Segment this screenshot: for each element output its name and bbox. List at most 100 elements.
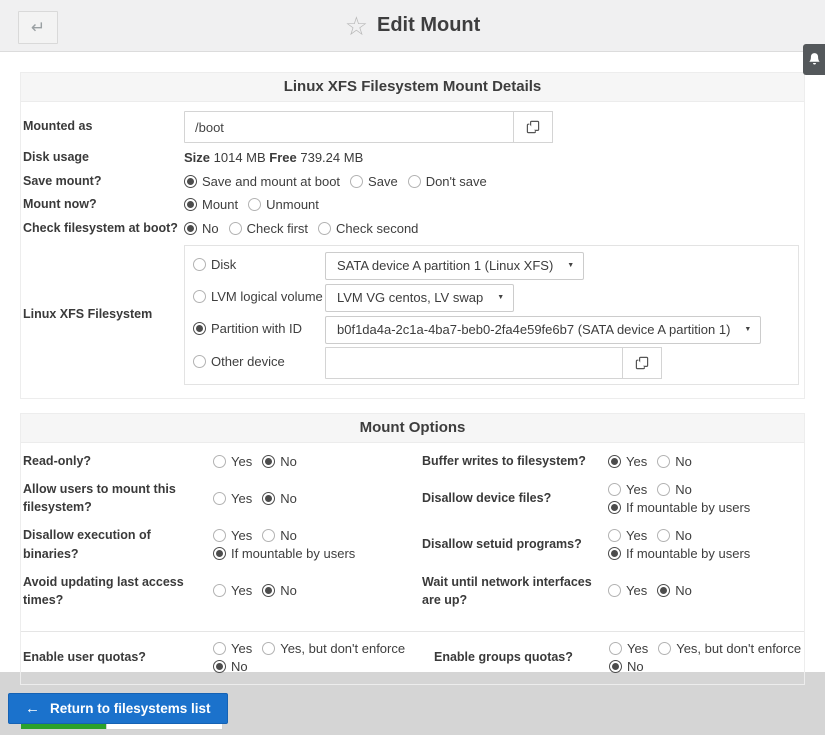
radio-unselected-icon[interactable] — [609, 642, 622, 655]
radio-selected-icon[interactable] — [184, 222, 197, 235]
radio-unselected-icon[interactable] — [213, 492, 226, 505]
copy-icon — [526, 120, 540, 134]
radio-unselected-icon[interactable] — [318, 222, 331, 235]
radio-option-no[interactable]: No — [262, 583, 297, 598]
radio-option-yes[interactable]: Yes — [213, 528, 252, 543]
radio-option-no[interactable]: No — [184, 221, 219, 236]
radio-selected-icon[interactable] — [213, 660, 226, 673]
lvm-logical-volume-select[interactable]: LVM VG centos, LV swap▼ — [325, 284, 514, 312]
radio-option-other-device[interactable]: Other device — [193, 354, 285, 369]
radio-option-no[interactable]: No — [657, 583, 692, 598]
radio-option-lvm-logical-volume[interactable]: LVM logical volume — [193, 289, 323, 304]
radio-option-check-second[interactable]: Check second — [318, 221, 418, 236]
size-label: Size — [184, 150, 210, 165]
page-title-wrap: ☆ Edit Mount — [345, 13, 481, 39]
radio-option-no[interactable]: No — [657, 528, 692, 543]
check-filesystem-label: Check filesystem at boot? — [23, 220, 184, 238]
radio-unselected-icon[interactable] — [657, 529, 670, 542]
radio-unselected-icon[interactable] — [193, 355, 206, 368]
radio-option-label: Save and mount at boot — [202, 174, 340, 189]
copy-icon — [635, 356, 649, 370]
radio-selected-icon[interactable] — [184, 175, 197, 188]
radio-selected-icon[interactable] — [608, 455, 621, 468]
radio-option-don-t-save[interactable]: Don't save — [408, 174, 487, 189]
back-button[interactable]: ↵ — [18, 11, 58, 44]
radio-option-yes[interactable]: Yes — [608, 528, 647, 543]
radio-selected-icon[interactable] — [213, 547, 226, 560]
radio-option-yes[interactable]: Yes — [213, 583, 252, 598]
radio-option-yes[interactable]: Yes — [213, 641, 252, 656]
copy-path-button[interactable] — [513, 111, 553, 143]
radio-unselected-icon[interactable] — [262, 529, 275, 542]
radio-selected-icon[interactable] — [262, 492, 275, 505]
radio-option-yes[interactable]: Yes — [608, 583, 647, 598]
radio-unselected-icon[interactable] — [248, 198, 261, 211]
mounted-as-group — [184, 111, 802, 143]
radio-option-no[interactable]: No — [657, 482, 692, 497]
option-radios-avoid-updating-last-access-times: Yes No — [213, 583, 419, 598]
radio-option-label: Other device — [211, 354, 285, 369]
mounted-as-input[interactable] — [184, 111, 514, 143]
favorite-star-icon[interactable]: ☆ — [345, 13, 368, 39]
radio-option-mount[interactable]: Mount — [184, 197, 238, 212]
radio-selected-icon[interactable] — [184, 198, 197, 211]
radio-unselected-icon[interactable] — [608, 483, 621, 496]
radio-option-yes[interactable]: Yes — [213, 454, 252, 469]
radio-unselected-icon[interactable] — [408, 175, 421, 188]
radio-option-yes[interactable]: Yes — [608, 482, 647, 497]
filesystem-source-row: Linux XFS Filesystem DiskSATA device A p… — [23, 240, 802, 390]
copy-device-button[interactable] — [622, 347, 662, 379]
radio-option-no[interactable]: No — [262, 528, 297, 543]
radio-option-yes[interactable]: Yes — [609, 641, 648, 656]
radio-option-save-and-mount-at-boot[interactable]: Save and mount at boot — [184, 174, 340, 189]
radio-unselected-icon[interactable] — [658, 642, 671, 655]
disk-select[interactable]: SATA device A partition 1 (Linux XFS)▼ — [325, 252, 584, 280]
notifications-tab[interactable] — [803, 44, 825, 75]
radio-selected-icon[interactable] — [657, 584, 670, 597]
radio-option-unmount[interactable]: Unmount — [248, 197, 319, 212]
radio-unselected-icon[interactable] — [193, 258, 206, 271]
free-label: Free — [269, 150, 296, 165]
radio-option-no[interactable]: No — [657, 454, 692, 469]
radio-unselected-icon[interactable] — [608, 584, 621, 597]
radio-unselected-icon[interactable] — [350, 175, 363, 188]
radio-option-save[interactable]: Save — [350, 174, 398, 189]
radio-option-label: Yes, but don't enforce — [280, 641, 405, 656]
radio-option-yes-but-don-t-enforce[interactable]: Yes, but don't enforce — [658, 641, 801, 656]
partition-with-id-select[interactable]: b0f1da4a-2c1a-4ba7-beb0-2fa4e59fe6b7 (SA… — [325, 316, 761, 344]
radio-option-no[interactable]: No — [262, 491, 297, 506]
return-to-filesystems-button[interactable]: ← Return to filesystems list — [8, 693, 228, 724]
radio-option-no[interactable]: No — [213, 659, 248, 674]
option-label-wait-until-network-interfaces-are-up: Wait until network interfaces are up? — [422, 573, 605, 609]
radio-unselected-icon[interactable] — [213, 642, 226, 655]
radio-selected-icon[interactable] — [609, 660, 622, 673]
other-device-input[interactable] — [325, 347, 623, 379]
radio-option-if-mountable-by-users[interactable]: If mountable by users — [213, 546, 355, 561]
radio-option-check-first[interactable]: Check first — [229, 221, 308, 236]
radio-option-if-mountable-by-users[interactable]: If mountable by users — [608, 500, 750, 515]
mount-now-radios: Mount Unmount — [184, 197, 802, 212]
radio-option-if-mountable-by-users[interactable]: If mountable by users — [608, 546, 750, 561]
radio-selected-icon[interactable] — [608, 501, 621, 514]
radio-selected-icon[interactable] — [193, 322, 206, 335]
radio-selected-icon[interactable] — [262, 584, 275, 597]
radio-unselected-icon[interactable] — [193, 290, 206, 303]
radio-selected-icon[interactable] — [262, 455, 275, 468]
radio-option-yes[interactable]: Yes — [213, 491, 252, 506]
radio-unselected-icon[interactable] — [213, 529, 226, 542]
radio-unselected-icon[interactable] — [657, 483, 670, 496]
radio-unselected-icon[interactable] — [608, 529, 621, 542]
radio-option-yes-but-don-t-enforce[interactable]: Yes, but don't enforce — [262, 641, 405, 656]
radio-unselected-icon[interactable] — [213, 584, 226, 597]
radio-option-partition-with-id[interactable]: Partition with ID — [193, 321, 302, 336]
radio-option-yes[interactable]: Yes — [608, 454, 647, 469]
radio-unselected-icon[interactable] — [262, 642, 275, 655]
radio-unselected-icon[interactable] — [657, 455, 670, 468]
radio-option-disk[interactable]: Disk — [193, 257, 236, 272]
radio-unselected-icon[interactable] — [229, 222, 242, 235]
radio-selected-icon[interactable] — [608, 547, 621, 560]
radio-option-no[interactable]: No — [609, 659, 644, 674]
radio-option-no[interactable]: No — [262, 454, 297, 469]
radio-unselected-icon[interactable] — [213, 455, 226, 468]
radio-option-label: If mountable by users — [231, 546, 355, 561]
